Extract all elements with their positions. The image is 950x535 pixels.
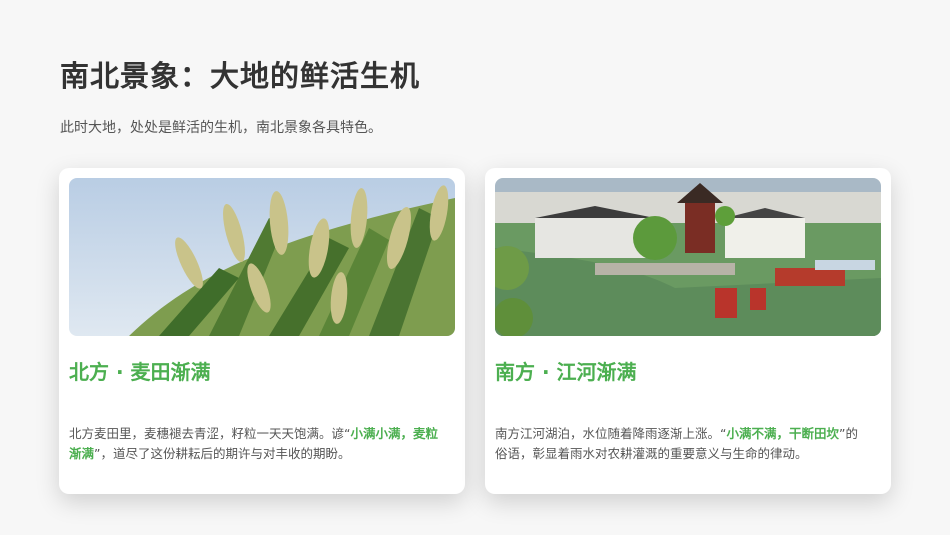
card-south: 南方 · 江河渐满 南方江河湖泊，水位随着降雨逐渐上涨。“小满不满，干断田坎”的… xyxy=(485,168,891,494)
page-subtitle: 此时大地，处处是鲜活的生机，南北景象各具特色。 xyxy=(60,120,382,136)
card-description: 南方江河湖泊，水位随着降雨逐渐上涨。“小满不满，干断田坎”的俗语，彰显着雨水对农… xyxy=(495,424,867,464)
card-title: 北方 · 麦田渐满 xyxy=(69,360,211,384)
water-town-photo xyxy=(495,178,881,336)
card-north: 北方 · 麦田渐满 北方麦田里，麦穗褪去青涩，籽粒一天天饱满。谚“小满小满，麦粒… xyxy=(59,168,465,494)
wheat-field-photo xyxy=(69,178,455,336)
page-title: 南北景象：大地的鲜活生机 xyxy=(60,59,421,93)
card-title: 南方 · 江河渐满 xyxy=(495,360,637,384)
text-before: 北方麦田里，麦穗褪去青涩，籽粒一天天饱满。谚“ xyxy=(69,426,351,441)
card-description: 北方麦田里，麦穗褪去青涩，籽粒一天天饱满。谚“小满小满，麦粒渐满”，道尽了这份耕… xyxy=(69,424,441,464)
text-after: ”，道尽了这份耕耘后的期许与对丰收的期盼。 xyxy=(94,446,351,461)
text-before: 南方江河湖泊，水位随着降雨逐渐上涨。“ xyxy=(495,426,727,441)
proverb-highlight: 小满不满，干断田坎 xyxy=(726,426,839,441)
